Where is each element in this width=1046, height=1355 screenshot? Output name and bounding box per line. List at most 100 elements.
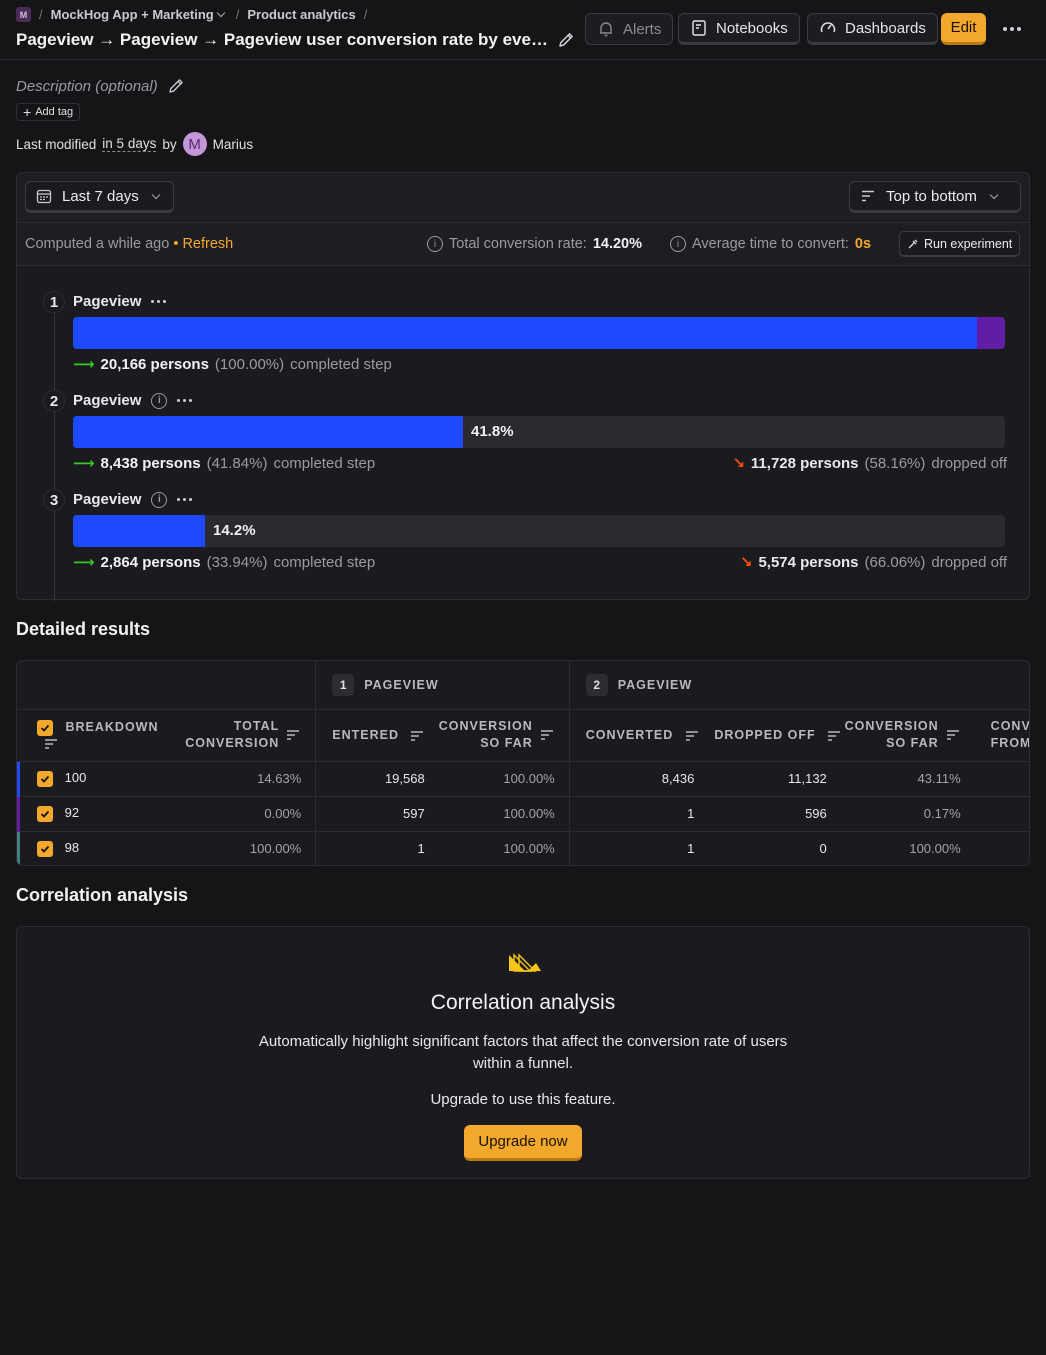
correlation-card: Correlation analysis Automatically highl…	[16, 926, 1030, 1179]
notebook-icon	[692, 20, 706, 36]
dashboards-button[interactable]: Dashboards	[807, 13, 938, 45]
sort-icon[interactable]	[411, 730, 424, 741]
breakdown-cell: 92	[17, 796, 176, 832]
sort-icon[interactable]	[45, 738, 57, 749]
step-bar-fill	[73, 515, 205, 547]
total-conversion-value: 14.20%	[592, 236, 643, 252]
page-title[interactable]: Pageview → Pageview → Pageview user conv…	[16, 30, 548, 50]
completed-persons[interactable]: 20,166 persons	[101, 356, 209, 373]
calendar-icon	[36, 189, 52, 204]
breadcrumb-section[interactable]: Product analytics	[247, 7, 355, 22]
group-step-label: PAGEVIEW	[364, 677, 439, 692]
completed-persons[interactable]: 2,864 persons	[101, 554, 201, 571]
alerts-button[interactable]: Alerts	[585, 13, 674, 45]
upgrade-now-button[interactable]: Upgrade now	[464, 1125, 582, 1161]
col-breakdown[interactable]: BREAKDOWN	[17, 709, 176, 762]
converted-cell: 8,436	[568, 761, 709, 797]
col-dropped-off[interactable]: DROPPED OFF	[708, 709, 841, 762]
layout-select[interactable]: Top to bottom	[849, 181, 1021, 213]
plus-icon: +	[23, 104, 32, 120]
notebooks-button[interactable]: Notebooks	[678, 13, 800, 45]
checkbox-checked-icon[interactable]	[37, 720, 53, 736]
total-conversion-cell: 100.00%	[249, 841, 302, 857]
sort-icon[interactable]	[685, 730, 698, 741]
conversion-from-previous-cell	[974, 761, 1029, 797]
last-modified-user[interactable]: Marius	[213, 137, 254, 152]
conversion-so-far-2-cell: 100.00%	[909, 841, 961, 857]
breakdown-value: 98	[64, 840, 80, 856]
step-number: 1	[43, 291, 65, 313]
info-icon[interactable]: i	[151, 491, 168, 508]
series-color-bar	[17, 761, 20, 797]
col-converted[interactable]: CONVERTED	[568, 709, 709, 762]
col-entered[interactable]: ENTERED	[315, 709, 439, 762]
sort-icon[interactable]	[946, 730, 959, 740]
project-badge: M	[16, 7, 31, 22]
add-tag-button[interactable]: + Add tag	[16, 103, 81, 121]
step-bar[interactable]: 14.2%	[73, 515, 1005, 547]
more-options-icon[interactable]	[177, 399, 193, 402]
arrow-right-icon: ⟶	[73, 356, 95, 373]
col-label-line1: TOTAL	[233, 719, 280, 733]
entered-cell: 19,568	[315, 761, 439, 797]
completed-text: completed step	[273, 553, 376, 571]
breakdown-value: 92	[64, 805, 80, 821]
col-total-conversion[interactable]: TOTAL CONVERSION	[176, 709, 316, 762]
step-bar[interactable]: 41.8%	[73, 416, 1005, 448]
bell-icon	[600, 22, 612, 37]
step-number: 2	[43, 390, 65, 412]
col-label-line2: CONVERSION	[185, 736, 280, 750]
completed-persons[interactable]: 8,438 persons	[101, 455, 201, 472]
col-conversion-from-previous[interactable]: CONV FROM PR	[974, 709, 1030, 762]
info-icon[interactable]: i	[427, 236, 443, 252]
info-icon[interactable]: i	[670, 236, 686, 252]
computed-text: Computed a while ago	[25, 236, 170, 252]
edit-button[interactable]: Edit	[941, 13, 986, 45]
date-range-select[interactable]: Last 7 days	[25, 181, 174, 213]
checkbox-checked-icon[interactable]	[37, 805, 53, 822]
col-conversion-so-far[interactable]: CONVERSION SO FAR	[438, 709, 570, 762]
checkbox-checked-icon[interactable]	[37, 770, 53, 787]
total-conversion-label: Total conversion rate:	[449, 236, 587, 252]
correlation-title: Correlation analysis	[430, 991, 616, 1014]
funnel-summary: Computed a while ago • Refresh i Total c…	[17, 223, 1029, 266]
sort-icon[interactable]	[287, 730, 300, 740]
avg-time-value: 0s	[854, 236, 872, 252]
more-options-icon[interactable]	[151, 300, 167, 303]
col-label-line1: CONV	[990, 719, 1030, 733]
dropped-persons[interactable]: 11,728 persons	[751, 455, 859, 472]
funnel-card: Last 7 days Top to bottom Computed a whi…	[16, 172, 1030, 601]
run-experiment-button[interactable]: Run experiment	[899, 231, 1021, 257]
avg-time-label: Average time to convert:	[692, 236, 849, 252]
step-bar-segment	[977, 317, 1005, 349]
completed-pct: (41.84%)	[206, 454, 268, 472]
more-options-icon[interactable]	[1000, 20, 1024, 38]
group-step-number: 1	[332, 673, 355, 696]
col-conversion-so-far-2[interactable]: CONVERSION SO FAR	[840, 709, 975, 762]
total-conversion-cell: 0.00%	[176, 796, 316, 832]
sort-icon[interactable]	[828, 730, 841, 741]
table-row: 92 0.00% 597 100.00% 1 596 0.17%	[17, 796, 1029, 832]
dropped-persons[interactable]: 5,574 persons	[758, 554, 858, 571]
upgrade-text: Upgrade to use this feature.	[430, 1091, 616, 1108]
completed-pct: (33.94%)	[206, 553, 268, 571]
series-color-bar	[17, 831, 20, 865]
pencil-icon[interactable]	[166, 76, 186, 96]
checkbox-checked-icon[interactable]	[37, 841, 53, 858]
conversion-so-far-2-cell: 43.11%	[840, 761, 975, 797]
step-bar[interactable]	[73, 317, 1005, 349]
col-dropped-off-label: DROPPED OFF	[714, 728, 816, 742]
breadcrumb-project[interactable]: MockHog App + Marketing	[51, 7, 228, 22]
description-field[interactable]: Description (optional)	[16, 76, 186, 96]
sort-icon[interactable]	[540, 730, 553, 740]
pencil-icon[interactable]	[556, 30, 576, 50]
converted-cell: 1	[568, 796, 709, 832]
table-group-header: 1 PAGEVIEW 2 PAGEVIEW	[17, 661, 1029, 710]
conversion-so-far-cell: 100.00%	[438, 761, 570, 797]
more-options-icon[interactable]	[177, 498, 193, 501]
avg-time-stat: i Average time to convert: 0s	[670, 236, 871, 252]
results-table: 1 PAGEVIEW 2 PAGEVIEW BREAKDOWN TOTAL CONVE…	[16, 660, 1030, 866]
info-icon[interactable]: i	[151, 392, 168, 409]
refresh-link[interactable]: Refresh	[182, 236, 233, 252]
computed-status: Computed a while ago • Refresh	[25, 236, 233, 252]
